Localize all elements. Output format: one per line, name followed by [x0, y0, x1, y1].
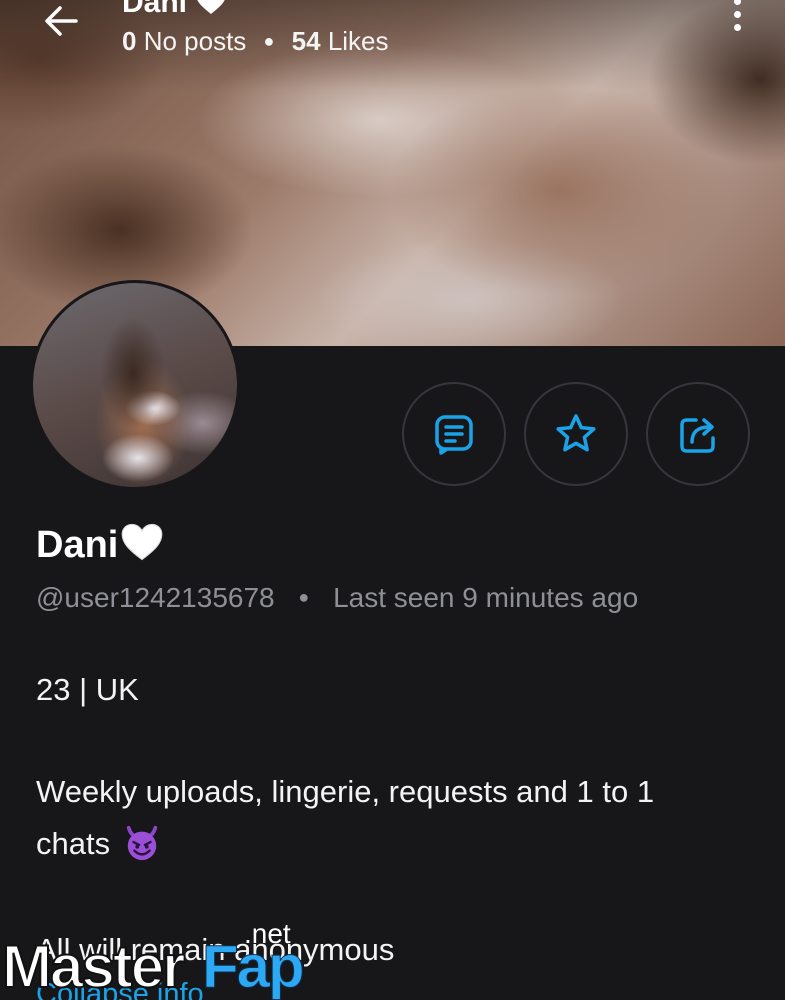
bio-line-description-cont-text: chats [36, 826, 111, 861]
arrow-left-icon [45, 6, 78, 36]
bio-line-description: Weekly uploads, lingerie, requests and 1… [36, 774, 655, 809]
watermark-logo: Master Fap .net [0, 918, 310, 1000]
back-button[interactable] [40, 0, 82, 42]
more-dot-icon [733, 24, 741, 31]
handle-row: @user1242135678 ● Last seen 9 minutes ag… [36, 582, 638, 614]
smiling-devil-icon [126, 825, 157, 861]
watermark-brand-suffix: .net [244, 918, 291, 949]
favorite-button[interactable] [524, 382, 628, 486]
posts-count: 0 [122, 26, 137, 56]
bio-line-description-cont: chats [36, 818, 161, 870]
profile-name: Dani [36, 522, 164, 567]
username-handle: @user1242135678 [36, 582, 275, 613]
page-title-text: Dani [122, 0, 188, 19]
likes-count: 54 [291, 26, 321, 56]
more-dot-icon [733, 11, 741, 18]
white-heart-icon [122, 523, 163, 561]
share-button[interactable] [646, 382, 750, 486]
handle-separator: ● [298, 587, 310, 607]
avatar[interactable] [30, 280, 240, 490]
message-button[interactable] [402, 382, 506, 486]
profile-name-text: Dani [36, 524, 119, 566]
top-bar: Dani 0 No posts ● 54 Likes [0, 0, 785, 66]
bio-line-age-location: 23 | UK [36, 672, 139, 707]
message-icon [435, 415, 473, 455]
stats-separator: ● [263, 31, 275, 51]
likes-label: Likes [327, 26, 389, 56]
watermark-brand-part1: Master [1, 932, 186, 1000]
page-title: Dani [122, 0, 227, 20]
share-icon [680, 418, 715, 453]
profile-stats: 0 No posts ● 54 Likes [122, 26, 389, 57]
posts-label: No posts [143, 26, 247, 56]
more-dot-icon [733, 0, 741, 5]
white-heart-icon [197, 0, 226, 14]
star-icon [556, 414, 596, 452]
more-options-button[interactable] [726, 0, 748, 40]
last-seen-status: Last seen 9 minutes ago [333, 582, 639, 613]
